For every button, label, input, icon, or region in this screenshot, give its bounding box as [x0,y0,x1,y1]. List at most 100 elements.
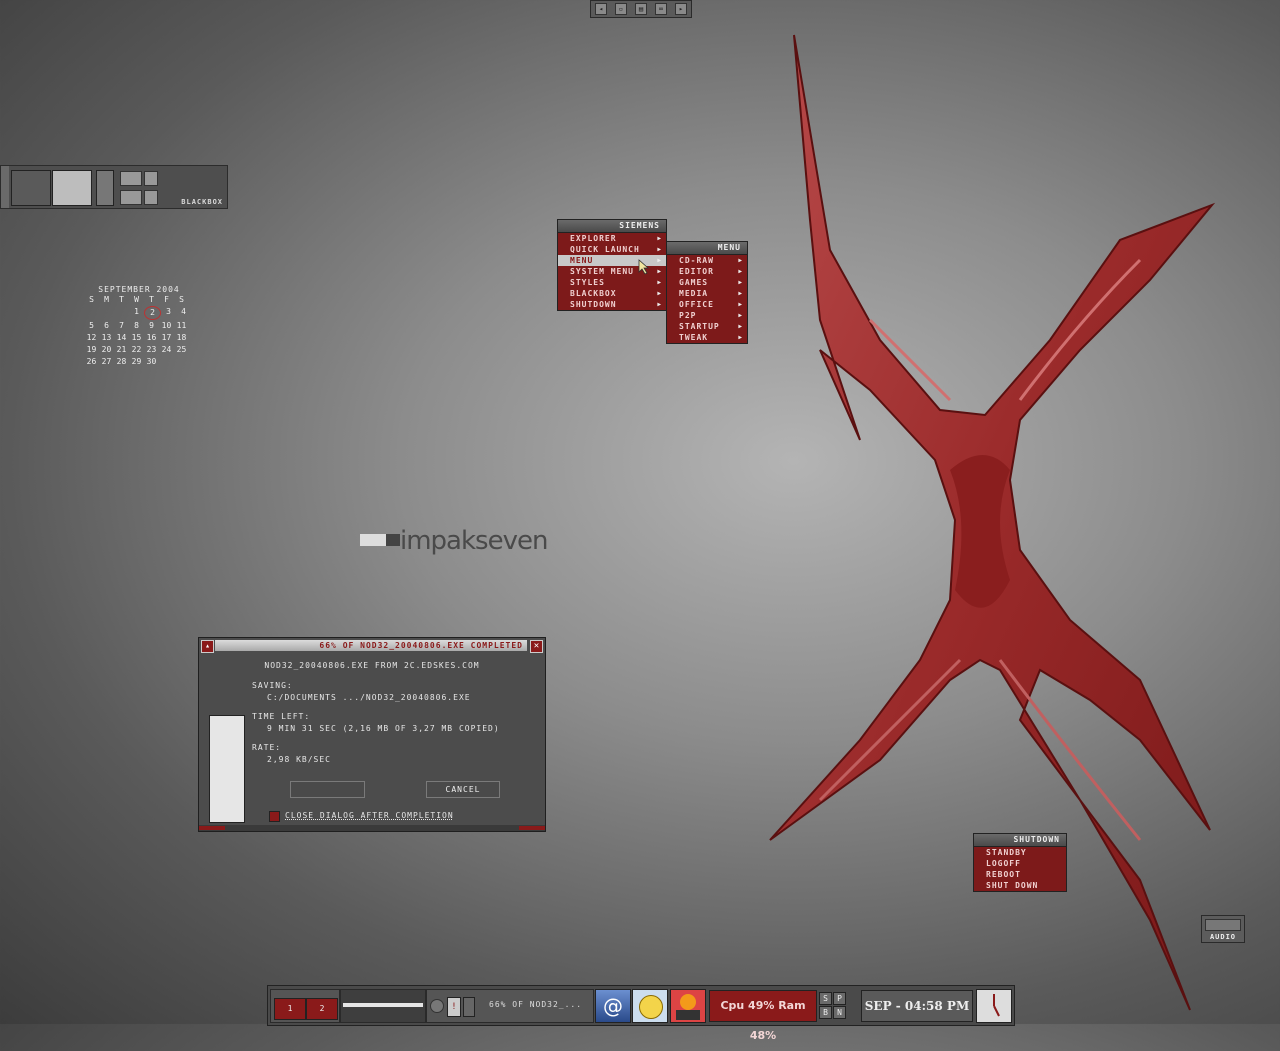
submenu-arrow-icon: ▶ [657,290,662,297]
grid-icon[interactable]: ▤ [635,3,647,15]
calendar-day[interactable]: 8 [129,320,144,332]
mini-window[interactable] [144,190,158,205]
mouse-cursor-icon [638,259,650,275]
window-icon[interactable]: ▫ [615,3,627,15]
calendar-day[interactable]: 16 [144,332,159,344]
p2p-icon[interactable] [670,989,706,1023]
audio-meter [1205,919,1241,931]
calendar-day[interactable]: 26 [84,356,99,368]
sub-menu-item[interactable]: STARTUP ▶ [667,321,747,332]
email-icon[interactable]: @ [595,989,631,1023]
prev-icon[interactable]: ◂ [595,3,607,15]
workspace-3[interactable] [96,170,114,206]
shutdown-menu-item[interactable]: REBOOT [974,869,1066,880]
close-icon[interactable]: ✕ [530,640,543,653]
mini-window[interactable] [120,171,142,186]
calendar-day[interactable]: 3 [161,306,176,318]
calendar-day[interactable] [174,356,189,368]
root-menu-item[interactable]: QUICK LAUNCH ▶ [558,244,666,255]
calendar-day[interactable] [114,306,129,318]
clock[interactable]: SEP - 04:58 PM [861,990,973,1022]
calendar-day[interactable]: 25 [174,344,189,356]
root-menu-title: SIEMENS [558,220,666,233]
calendar-day[interactable]: 11 [174,320,189,332]
calendar-day[interactable]: 24 [159,344,174,356]
sub-menu-item[interactable]: GAMES ▶ [667,277,747,288]
root-menu-item[interactable]: SHUTDOWN ▶ [558,299,666,310]
calendar-day[interactable]: 17 [159,332,174,344]
task-button[interactable]: ! 66% OF NOD32_... [426,989,594,1023]
analog-clock-icon[interactable] [976,989,1012,1023]
shutdown-menu-item[interactable]: STANDBY [974,847,1066,858]
close-after-checkbox[interactable] [269,811,280,822]
calendar-day[interactable]: 9 [144,320,159,332]
workspace-button-1[interactable]: 1 [274,998,306,1020]
calendar-day[interactable] [159,356,174,368]
sub-menu-item[interactable]: MEDIA ▶ [667,288,747,299]
calendar-day[interactable]: 29 [129,356,144,368]
root-menu-item[interactable]: STYLES ▶ [558,277,666,288]
mini-window[interactable] [120,190,142,205]
workspace-button-2[interactable]: 2 [306,998,338,1020]
calendar-day[interactable]: 23 [144,344,159,356]
calendar-day[interactable]: 20 [99,344,114,356]
sub-menu-item[interactable]: OFFICE ▶ [667,299,747,310]
submenu-arrow-icon: ▶ [657,235,662,242]
grid-button-s[interactable]: S [819,992,832,1005]
logo-bar [360,534,386,546]
shutdown-menu-item[interactable]: LOGOFF [974,858,1066,869]
dialog-title[interactable]: 66% OF NOD32_20040806.EXE COMPLETED [215,640,527,651]
next-icon[interactable]: ▸ [675,3,687,15]
calendar-day[interactable]: 4 [176,306,191,318]
shutdown-menu-item[interactable]: SHUT DOWN [974,880,1066,891]
calendar-day[interactable]: 7 [114,320,129,332]
workspace-2[interactable] [52,170,92,206]
calendar-week: 12 13 14 15 16 17 18 [84,332,194,344]
calendar-day[interactable]: 22 [129,344,144,356]
calendar-day[interactable]: 13 [99,332,114,344]
calendar-day[interactable]: 12 [84,332,99,344]
calendar-day[interactable]: 15 [129,332,144,344]
footer-grip-left[interactable] [199,826,225,830]
root-menu-item[interactable]: BLACKBOX ▶ [558,288,666,299]
grid-button-p[interactable]: P [833,992,846,1005]
grid-button-n[interactable]: N [833,1006,846,1019]
calendar-day[interactable]: 2 [144,306,161,320]
calendar-day[interactable] [99,306,114,318]
calendar-day[interactable]: 27 [99,356,114,368]
workspace-1[interactable] [11,170,51,206]
close-after-label[interactable]: CLOSE DIALOG AFTER COMPLETION [285,811,454,820]
pager-handle[interactable] [1,166,9,208]
footer-grip-right[interactable] [519,826,545,830]
sub-menu-item[interactable]: P2P ▶ [667,310,747,321]
shutdown-menu: SHUTDOWN STANDBY LOGOFF REBOOT SHUT DOWN [973,833,1067,892]
calendar-day[interactable]: 14 [114,332,129,344]
grid-button-b[interactable]: B [819,1006,832,1019]
calendar-day[interactable] [84,306,99,318]
link-icon[interactable]: ∞ [655,3,667,15]
slider-track[interactable] [343,1003,423,1007]
top-toolbar: ◂ ▫ ▤ ∞ ▸ [590,0,692,18]
calendar-day[interactable]: 18 [174,332,189,344]
calendar-day[interactable]: 28 [114,356,129,368]
calendar-day[interactable]: 21 [114,344,129,356]
calendar-weekdays: SMTWTFS [84,294,194,306]
calendar-day[interactable]: 6 [99,320,114,332]
messenger-icon[interactable] [632,989,668,1023]
calendar-day[interactable]: 1 [129,306,144,318]
calendar-day[interactable]: 5 [84,320,99,332]
audio-widget[interactable]: AUDIO [1201,915,1245,943]
cancel-button[interactable]: CANCEL [426,781,500,798]
sub-menu-item[interactable]: CD-RAW ▶ [667,255,747,266]
sub-menu-item[interactable]: EDITOR ▶ [667,266,747,277]
root-menu-item[interactable]: EXPLORER ▶ [558,233,666,244]
collapse-icon[interactable]: ▴ [201,640,214,653]
weekday-label: S [89,295,94,304]
mini-window[interactable] [144,171,158,186]
submenu-arrow-icon: ▶ [738,323,743,330]
calendar-day[interactable]: 10 [159,320,174,332]
sub-menu-item[interactable]: TWEAK ▶ [667,332,747,343]
open-button[interactable] [290,781,365,798]
calendar-day[interactable]: 30 [144,356,159,368]
calendar-day[interactable]: 19 [84,344,99,356]
